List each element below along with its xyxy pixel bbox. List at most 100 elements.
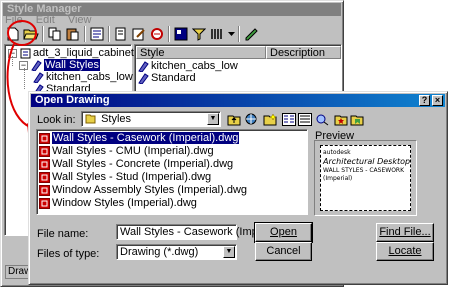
look-in-dropdown-button[interactable]: ▼ (207, 113, 219, 125)
file-name: Window Assembly Styles (Imperial).dwg (52, 184, 248, 196)
globe-icon (245, 113, 257, 124)
dwg-file-icon (39, 171, 50, 183)
preview-image: autodesk Architectural Desktop 3 WALL ST… (320, 145, 411, 211)
filter-button[interactable] (191, 26, 207, 42)
up-one-level-button[interactable] (226, 111, 242, 127)
dwg-file-icon (39, 132, 50, 144)
list-item-label: kitchen_cabs_low (151, 60, 238, 72)
file-name-selected: Wall Styles - Casework (Imperial).dwg (52, 132, 240, 144)
toolbar-separator (84, 26, 86, 42)
file-row[interactable]: Window Styles (Imperial).dwg (39, 197, 197, 209)
open-drawing-dialog: Open Drawing ? × Look in: Styles ▼ Wall … (28, 91, 448, 285)
open-button[interactable]: Open (254, 222, 313, 243)
preview-brand: autodesk (323, 149, 351, 156)
dwg-file-icon (39, 197, 50, 209)
wall-style-icon (33, 71, 44, 83)
paste-button[interactable] (65, 26, 81, 42)
favorites-folder-icon (334, 115, 348, 125)
folder-icon (85, 114, 96, 124)
look-in-dropdown[interactable]: Styles ▼ (81, 111, 221, 127)
copy-button[interactable] (47, 26, 63, 42)
locate-button-label: Locate (388, 245, 422, 257)
up-folder-icon (227, 115, 241, 125)
properties-button[interactable] (89, 26, 105, 42)
help-titlebar-button[interactable]: ? (419, 95, 430, 106)
preview-heading: WALL STYLES - CASEWORK (323, 167, 405, 174)
help-icon (245, 28, 258, 41)
new-folder-icon (263, 112, 277, 125)
list-item[interactable]: Standard (138, 72, 196, 84)
list-view-icon (282, 112, 296, 126)
dropdown-arrow[interactable] (227, 26, 235, 42)
dialog-titlebar[interactable]: Open Drawing ? × (31, 94, 445, 107)
drawing-file-icon (20, 48, 31, 58)
create-folder-button[interactable] (262, 111, 278, 127)
list-item[interactable]: kitchen_cabs_low (138, 60, 238, 72)
open-drawing-button[interactable] (23, 26, 39, 42)
column-header-style[interactable]: Style (136, 46, 266, 59)
file-row[interactable]: Window Assembly Styles (Imperial).dwg (39, 184, 247, 196)
files-of-type-dropdown[interactable]: Drawing (*.dwg) ▼ (116, 244, 237, 260)
details-view-button[interactable] (297, 111, 313, 127)
help-button[interactable] (243, 26, 259, 42)
list-view-button[interactable] (281, 111, 297, 127)
toolbar-separator (168, 26, 170, 42)
file-list[interactable]: Wall Styles - Casework (Imperial).dwg Wa… (36, 129, 308, 215)
tree-node-wall-styles[interactable]: − Wall Styles (19, 59, 100, 71)
new-style-button[interactable] (113, 26, 129, 42)
purge-button[interactable] (149, 26, 165, 42)
paste-icon (66, 28, 79, 41)
properties-icon (90, 27, 104, 41)
file-name: Wall Styles - CMU (Imperial).dwg (52, 145, 214, 157)
file-row[interactable]: Wall Styles - CMU (Imperial).dwg (39, 145, 214, 157)
close-button[interactable]: × (432, 95, 443, 106)
toggle-view-button[interactable] (173, 26, 189, 42)
tree-style-label: kitchen_cabs_low (46, 71, 133, 83)
file-name-input[interactable]: Wall Styles - Casework (Imperial).dwg (116, 224, 305, 240)
web-search-button[interactable] (314, 111, 330, 127)
search-web-button[interactable] (243, 111, 259, 127)
file-row[interactable]: Wall Styles - Concrete (Imperial).dwg (39, 158, 233, 170)
file-name-label: File name: (37, 228, 89, 240)
file-name: Wall Styles - Stud (Imperial).dwg (52, 171, 212, 183)
file-row[interactable]: Wall Styles - Casework (Imperial).dwg (39, 132, 240, 144)
dialog-title: Open Drawing (35, 94, 110, 106)
preview-frame: autodesk Architectural Desktop 3 WALL ST… (314, 140, 417, 216)
purge-icon (151, 28, 163, 40)
preview-product: Architectural Desktop 3 (323, 157, 411, 166)
locate-button[interactable]: Locate (376, 242, 434, 261)
copy-icon (48, 27, 61, 41)
tree-connector-line (12, 56, 13, 66)
files-of-type-dropdown-button[interactable]: ▼ (223, 246, 235, 258)
edit-style-button[interactable] (131, 26, 147, 42)
wall-style-icon (31, 59, 42, 71)
dwg-file-icon (39, 184, 50, 196)
list-view-button[interactable] (209, 26, 225, 42)
column-header-description[interactable]: Description (266, 46, 341, 59)
details-view-icon (298, 112, 312, 126)
search-icon (316, 114, 329, 125)
new-drawing-button[interactable] (5, 26, 21, 42)
favorites-button[interactable] (333, 111, 349, 127)
bookmark-folder-icon (350, 115, 364, 125)
wall-style-icon (138, 60, 149, 72)
chevron-down-icon (227, 31, 235, 36)
file-name: Window Styles (Imperial).dwg (52, 197, 197, 209)
list-item-label: Standard (151, 72, 196, 84)
find-file-button-label: Find File... (379, 226, 431, 238)
find-file-button[interactable]: Find File... (376, 223, 434, 242)
view-icon (174, 27, 188, 41)
edit-style-icon (132, 28, 145, 41)
files-of-type-value: Drawing (*.dwg) (120, 246, 199, 258)
wall-style-icon (138, 72, 149, 84)
look-in-label: Look in: (37, 114, 76, 126)
bookmarks-button[interactable] (349, 111, 365, 127)
cancel-button[interactable]: Cancel (255, 242, 312, 261)
tree-category-label: Wall Styles (44, 59, 100, 71)
dwg-file-icon (39, 158, 50, 170)
dwg-file-icon (39, 145, 50, 157)
toolbar (5, 25, 261, 43)
file-row[interactable]: Wall Styles - Stud (Imperial).dwg (39, 171, 211, 183)
tree-node-style[interactable]: kitchen_cabs_low (33, 71, 133, 83)
tree-connector-line (24, 68, 25, 89)
